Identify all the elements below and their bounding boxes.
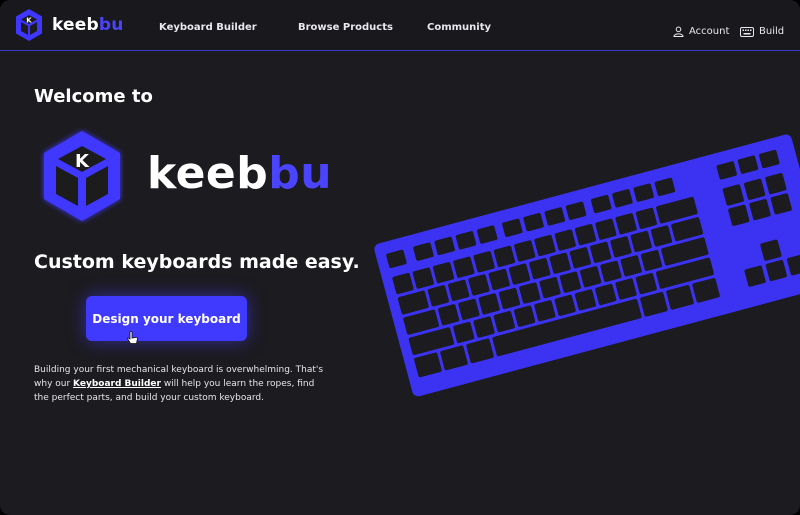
keyboard-icon [740, 26, 754, 37]
top-nav: K keebbu Keyboard Builder Browse Product… [0, 0, 800, 51]
user-icon [673, 26, 684, 37]
keebbu-logo-icon: K [16, 9, 42, 41]
account-label: Account [689, 26, 730, 37]
design-keyboard-button[interactable]: Design your keyboard [86, 296, 247, 341]
keyboard-builder-link[interactable]: Keyboard Builder [73, 379, 161, 389]
build-link[interactable]: Build [740, 26, 784, 37]
svg-text:K: K [75, 151, 90, 172]
account-link[interactable]: Account [673, 26, 729, 37]
brand-home-link[interactable]: K keebbu [14, 8, 124, 42]
app-window: K keebbu Keyboard Builder Browse Product… [0, 0, 800, 515]
nav-community[interactable]: Community [427, 22, 491, 33]
nav-keyboard-builder[interactable]: Keyboard Builder [159, 22, 257, 33]
pointer-cursor-icon [127, 331, 138, 344]
svg-text:K: K [26, 17, 32, 25]
hero-wordmark: keebbu [147, 148, 333, 199]
intro-paragraph: Building your first mechanical keyboard … [34, 365, 324, 403]
welcome-heading: Welcome to [34, 86, 153, 107]
tagline: Custom keyboards made easy. [34, 251, 360, 273]
brand-wordmark: keebbu [52, 15, 124, 35]
build-label: Build [759, 26, 785, 37]
keebbu-hero-logo-icon: K [44, 131, 120, 221]
keyboard-illustration [374, 134, 800, 397]
nav-browse-products[interactable]: Browse Products [298, 22, 393, 33]
